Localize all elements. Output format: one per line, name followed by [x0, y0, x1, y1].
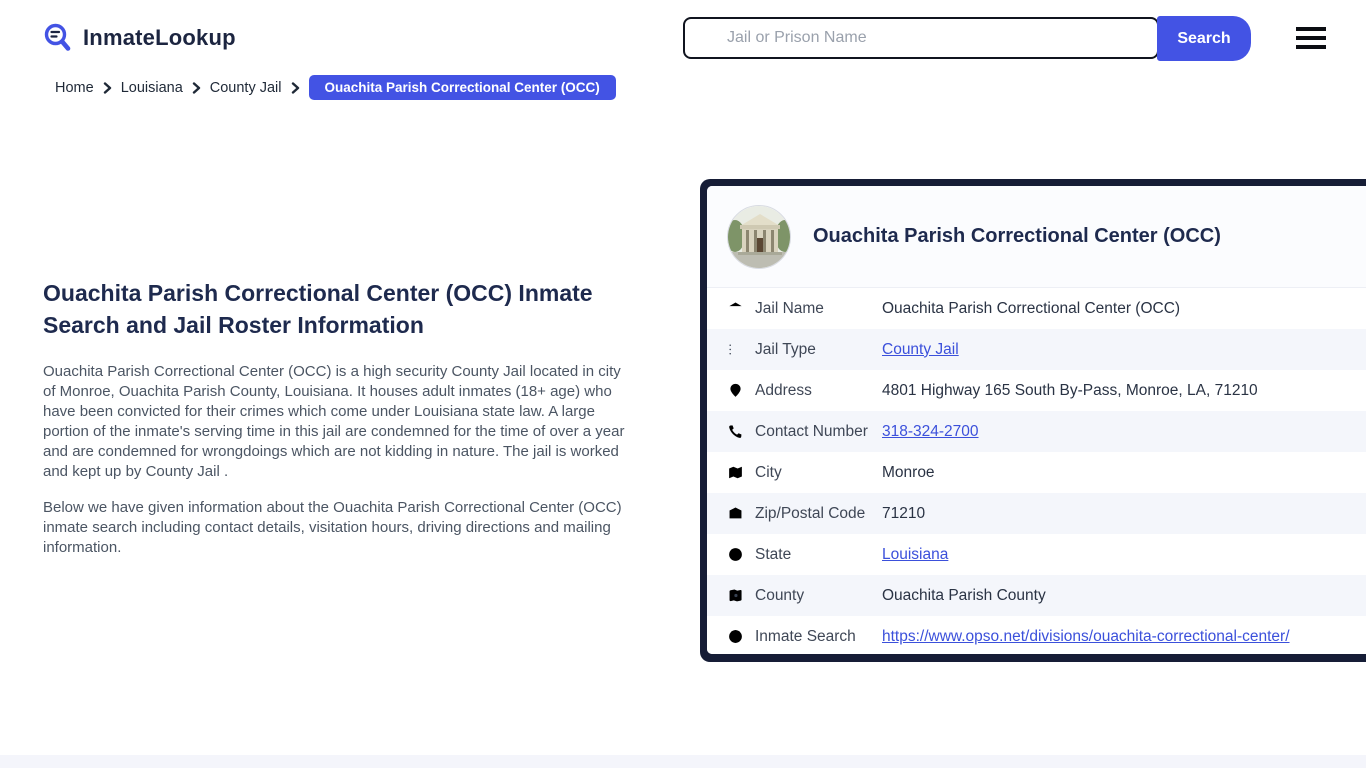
facility-card-header: Ouachita Parish Correctional Center (OCC…	[707, 186, 1366, 288]
bank-icon	[729, 302, 742, 307]
brand-logo[interactable]: InmateLookup	[42, 22, 236, 54]
facility-title: Ouachita Parish Correctional Center (OCC…	[813, 225, 1221, 247]
page-title: Ouachita Parish Correctional Center (OCC…	[43, 280, 593, 338]
table-row-inmate-search: Inmate Search https://www.opso.net/divis…	[707, 616, 1366, 654]
table-row-state: State Louisiana	[707, 534, 1366, 575]
row-label: City	[755, 463, 782, 481]
table-row-address: Address 4801 Highway 165 South By-Pass, …	[707, 370, 1366, 411]
inmatelookup-logo-icon	[44, 23, 71, 51]
breadcrumb: Home Louisiana County Jail Ouachita Pari…	[55, 75, 616, 100]
row-label: Jail Name	[755, 299, 824, 317]
row-label: Contact Number	[755, 422, 868, 440]
footer-strip	[0, 755, 1366, 768]
chevron-right-icon	[103, 81, 112, 94]
row-label: Jail Type	[755, 340, 816, 358]
jail-name-value: Ouachita Parish Correctional Center (OCC…	[882, 299, 1181, 317]
city-value: Monroe	[882, 463, 935, 481]
list-icon	[729, 344, 731, 355]
table-row-contact: Contact Number 318-324-2700	[707, 411, 1366, 452]
state-link[interactable]: Louisiana	[882, 546, 948, 564]
contact-number-link[interactable]: 318-324-2700	[882, 423, 979, 441]
row-label: Zip/Postal Code	[755, 504, 866, 522]
article: Ouachita Parish Correctional Center (OCC…	[43, 277, 635, 574]
envelope-icon	[729, 507, 742, 519]
brand-name: InmateLookup	[83, 25, 236, 50]
table-row-jail-name: Jail Name Ouachita Parish Correctional C…	[707, 288, 1366, 329]
menu-hamburger-icon[interactable]	[1296, 27, 1326, 49]
breadcrumb-current: Ouachita Parish Correctional Center (OCC…	[308, 75, 616, 100]
search-input[interactable]	[683, 17, 1159, 59]
table-row-city: City Monroe	[707, 452, 1366, 493]
facility-photo	[727, 204, 791, 269]
map-icon	[729, 466, 742, 479]
location-pin-icon	[730, 383, 741, 397]
row-label: State	[755, 545, 792, 563]
row-label: County	[755, 586, 805, 604]
breadcrumb-county-jail[interactable]: County Jail	[210, 80, 282, 96]
chevron-right-icon	[291, 81, 300, 94]
globe-icon	[729, 548, 742, 561]
table-row-jail-type: Jail Type County Jail	[707, 329, 1366, 370]
county-map-icon	[729, 589, 742, 602]
search-button[interactable]: Search	[1157, 16, 1251, 61]
breadcrumb-home[interactable]: Home	[55, 80, 94, 96]
facility-card: Ouachita Parish Correctional Center (OCC…	[700, 179, 1366, 662]
info-paragraph: Below we have given information about th…	[43, 499, 622, 556]
breadcrumb-louisiana[interactable]: Louisiana	[121, 80, 183, 96]
phone-icon	[729, 425, 742, 438]
row-label: Address	[755, 381, 812, 399]
address-value: 4801 Highway 165 South By-Pass, Monroe, …	[882, 381, 1258, 399]
zip-value: 71210	[882, 504, 926, 522]
jail-type-link[interactable]: County Jail	[882, 341, 959, 359]
search-bar: Search	[683, 16, 1251, 62]
row-label: Inmate Search	[755, 627, 856, 645]
county-value: Ouachita Parish County	[882, 586, 1046, 604]
table-row-county: County Ouachita Parish County	[707, 575, 1366, 616]
inmate-search-link[interactable]: https://www.opso.net/divisions/ouachita-…	[882, 628, 1290, 646]
intro-paragraph: Ouachita Parish Correctional Center (OCC…	[43, 363, 625, 480]
chevron-right-icon	[192, 81, 201, 94]
web-globe-icon	[729, 630, 742, 643]
table-row-zip: Zip/Postal Code 71210	[707, 493, 1366, 534]
